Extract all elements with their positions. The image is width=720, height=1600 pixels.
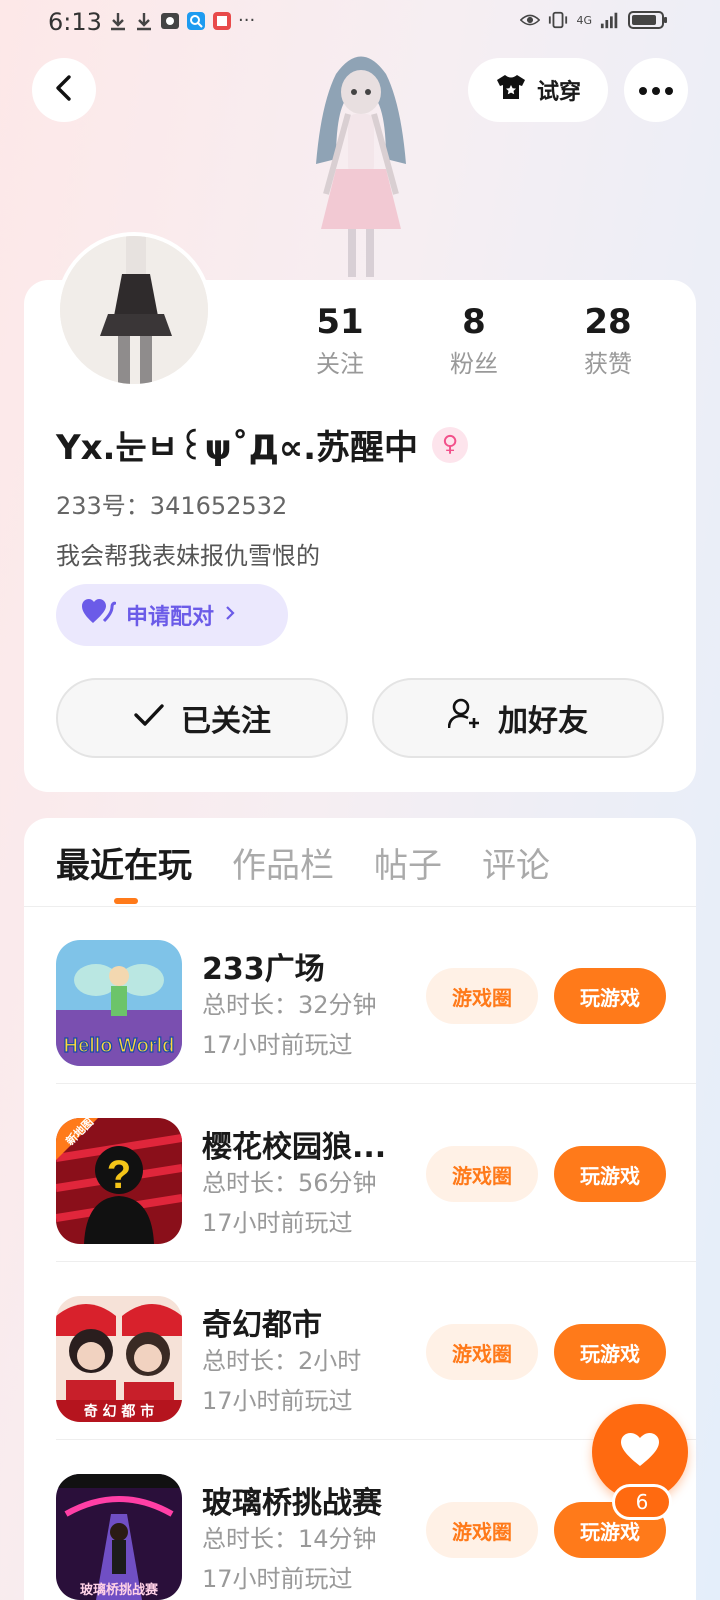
user-id: 233号：341652532 xyxy=(56,492,288,520)
try-on-button[interactable]: 试穿 xyxy=(468,58,608,122)
game-total-time: 总时长：2小时 xyxy=(202,1347,362,1375)
following-count: 51 xyxy=(316,302,364,342)
svg-text:?: ? xyxy=(107,1153,131,1197)
app-notification-icon xyxy=(160,11,180,31)
more-horizontal-icon xyxy=(638,81,674,100)
followers-label: 粉丝 xyxy=(450,350,498,378)
game-name: 233广场 xyxy=(202,952,325,987)
list-item[interactable]: Hello World 233广场 总时长：32分钟 17小时前玩过 游戏圈 玩… xyxy=(24,906,696,1084)
list-item[interactable]: ? 新地图 樱花校园狼... 总时长：56分钟 17小时前玩过 游戏圈 玩游戏 xyxy=(24,1084,696,1262)
status-time: 6:13 xyxy=(48,8,102,36)
network-type-label: 4G xyxy=(576,13,592,27)
followers-stat[interactable]: 8 粉丝 xyxy=(414,300,534,384)
game-total-time: 总时长：32分钟 xyxy=(202,991,377,1019)
tshirt-icon xyxy=(495,73,527,107)
more-notifications-dots: ··· xyxy=(238,10,256,31)
chevron-right-icon xyxy=(224,603,236,628)
game-last-played: 17小时前玩过 xyxy=(202,1387,353,1415)
followed-label: 已关注 xyxy=(181,704,271,739)
profile-stats: 51 关注 8 粉丝 28 获赞 xyxy=(0,300,720,390)
add-friend-button[interactable]: 加好友 xyxy=(372,678,664,758)
following-label: 关注 xyxy=(316,350,364,378)
game-total-time: 总时长：56分钟 xyxy=(202,1169,377,1197)
checkmark-icon xyxy=(133,701,165,736)
username: Yx.눈ㅂ꒰ψ˚Д∝.苏醒中 xyxy=(56,428,418,468)
tab-works[interactable]: 作品栏 xyxy=(232,842,334,890)
add-friend-label: 加好友 xyxy=(498,704,588,739)
eye-icon xyxy=(520,10,541,30)
bio: 我会帮我表妹报仇雪恨的 xyxy=(56,542,320,570)
tab-recently-played[interactable]: 最近在玩 xyxy=(56,842,192,890)
game-last-played: 17小时前玩过 xyxy=(202,1209,353,1237)
likes-count: 28 xyxy=(584,302,632,342)
hero-avatar-figure xyxy=(286,44,436,284)
game-thumb-text: 奇 幻 都 市 xyxy=(84,1403,155,1420)
game-thumb-text: 玻璃桥挑战赛 xyxy=(80,1582,159,1598)
like-count-badge: 6 xyxy=(612,1484,672,1520)
following-stat[interactable]: 51 关注 xyxy=(280,300,400,384)
battery-icon xyxy=(628,10,668,30)
female-gender-icon: ♀ xyxy=(432,426,468,463)
game-name: 樱花校园狼... xyxy=(202,1130,387,1165)
tab-posts[interactable]: 帖子 xyxy=(374,842,442,890)
game-name: 奇幻都市 xyxy=(202,1308,322,1343)
username-row: Yx.눈ㅂ꒰ψ˚Д∝.苏醒中 ♀ xyxy=(56,420,468,469)
game-thumbnail[interactable]: ? 新地图 xyxy=(56,1118,182,1244)
request-pair-button[interactable]: 申请配对 xyxy=(56,584,288,646)
game-circle-button[interactable]: 游戏圈 xyxy=(426,1502,538,1558)
tab-comments[interactable]: 评论 xyxy=(482,842,550,890)
notification-icons: ··· xyxy=(108,10,255,31)
followers-count: 8 xyxy=(462,302,486,342)
chevron-left-icon xyxy=(52,74,76,106)
signal-icon xyxy=(600,10,620,30)
likes-label: 获赞 xyxy=(584,350,632,378)
vibrate-icon xyxy=(548,10,568,30)
download-icon xyxy=(108,11,128,31)
profile-tabs: 最近在玩 作品栏 帖子 评论 xyxy=(56,842,550,890)
play-game-button[interactable]: 玩游戏 xyxy=(554,1324,666,1380)
active-tab-indicator xyxy=(114,898,138,904)
game-last-played: 17小时前玩过 xyxy=(202,1031,353,1059)
list-item[interactable]: 奇 幻 都 市 奇幻都市 总时长：2小时 17小时前玩过 游戏圈 玩游戏 xyxy=(24,1262,696,1440)
try-on-label: 试穿 xyxy=(536,80,581,105)
game-last-played: 17小时前玩过 xyxy=(202,1565,353,1593)
search-app-icon xyxy=(186,11,206,31)
followed-button[interactable]: 已关注 xyxy=(56,678,348,758)
heart-icon xyxy=(620,1432,660,1472)
download-icon xyxy=(134,11,154,31)
status-bar: 6:13 ··· 4G xyxy=(0,0,720,48)
request-pair-label: 申请配对 xyxy=(126,605,215,630)
game-thumbnail[interactable]: 玻璃桥挑战赛 xyxy=(56,1474,182,1600)
reader-app-icon xyxy=(212,11,232,31)
game-circle-button[interactable]: 游戏圈 xyxy=(426,968,538,1024)
game-circle-button[interactable]: 游戏圈 xyxy=(426,1324,538,1380)
game-circle-button[interactable]: 游戏圈 xyxy=(426,1146,538,1202)
heart-pair-icon xyxy=(82,599,118,631)
more-options-button[interactable] xyxy=(624,58,688,122)
game-thumb-text: Hello World xyxy=(64,1035,175,1057)
play-game-button[interactable]: 玩游戏 xyxy=(554,968,666,1024)
play-game-button[interactable]: 玩游戏 xyxy=(554,1146,666,1202)
game-total-time: 总时长：14分钟 xyxy=(202,1525,377,1553)
system-icons: 4G xyxy=(520,10,668,30)
game-thumbnail[interactable]: 奇 幻 都 市 xyxy=(56,1296,182,1422)
add-user-icon xyxy=(447,698,482,738)
game-name: 玻璃桥挑战赛 xyxy=(202,1486,382,1521)
likes-stat[interactable]: 28 获赞 xyxy=(548,300,668,384)
back-button[interactable] xyxy=(32,58,96,122)
game-thumbnail[interactable]: Hello World xyxy=(56,940,182,1066)
